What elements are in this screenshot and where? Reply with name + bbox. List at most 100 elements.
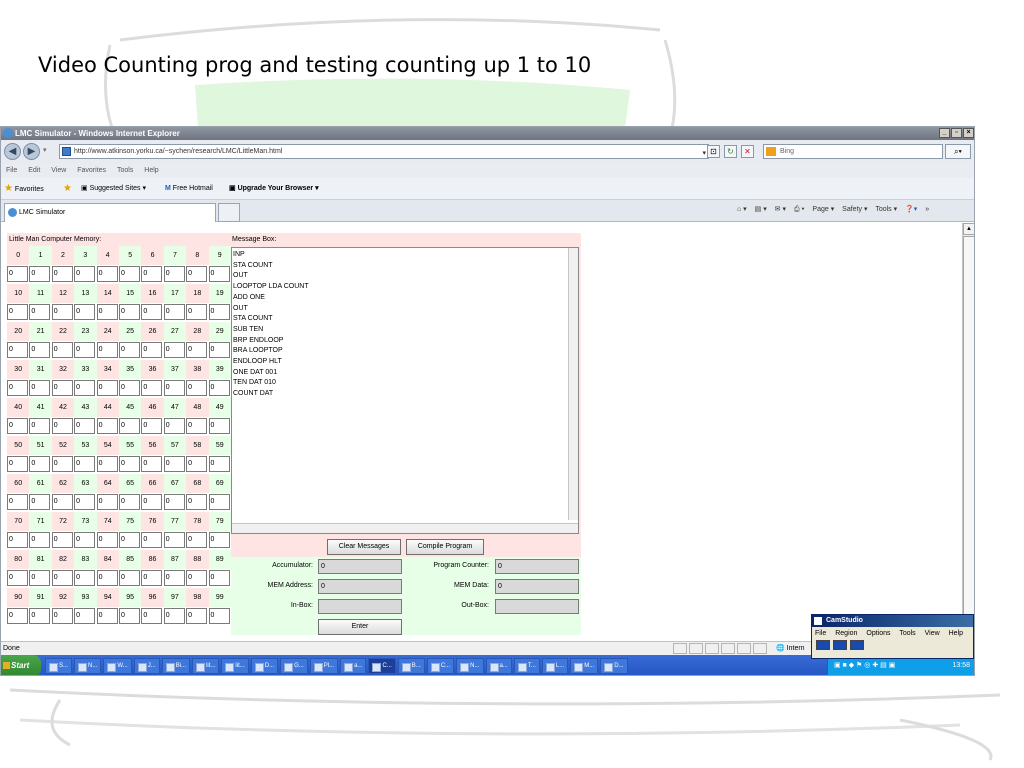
memory-cell-input[interactable]: 0 — [118, 418, 140, 434]
memory-cell-input[interactable]: 0 — [7, 532, 28, 548]
new-tab-button[interactable] — [218, 203, 240, 222]
search-input[interactable]: Bing — [763, 144, 943, 159]
cam-menu-region[interactable]: Region — [835, 630, 857, 637]
back-button[interactable]: ◀ — [4, 143, 21, 160]
menu-tools[interactable]: Tools — [117, 167, 133, 174]
memory-cell-input[interactable]: 0 — [163, 380, 185, 396]
memory-cell-input[interactable]: 0 — [141, 380, 163, 396]
print-icon[interactable]: ⎙ ▾ — [794, 206, 805, 213]
memory-cell-input[interactable]: 0 — [163, 532, 185, 548]
memory-cell-input[interactable]: 0 — [186, 266, 208, 282]
memory-cell-input[interactable]: 0 — [118, 532, 140, 548]
memory-cell-input[interactable]: 0 — [118, 570, 140, 586]
memory-cell-input[interactable]: 0 — [74, 456, 96, 472]
address-dropdown-icon[interactable]: ▾ — [702, 147, 706, 160]
cam-menu-tools[interactable]: Tools — [899, 630, 915, 637]
memory-cell-input[interactable]: 0 — [186, 532, 208, 548]
memory-cell-input[interactable]: 0 — [7, 608, 28, 624]
memory-cell-input[interactable]: 0 — [163, 266, 185, 282]
memory-cell-input[interactable]: 0 — [7, 570, 28, 586]
scroll-thumb[interactable] — [963, 236, 974, 616]
taskbar-item[interactable]: W... — [103, 658, 132, 674]
taskbar-item[interactable]: a... — [485, 658, 512, 674]
memory-cell-input[interactable]: 0 — [208, 380, 230, 396]
memory-cell-input[interactable]: 0 — [141, 494, 163, 510]
memory-cell-input[interactable]: 0 — [51, 418, 73, 434]
address-input[interactable]: http://www.atkinson.yorku.ca/~sychen/res… — [59, 144, 709, 159]
menu-edit[interactable]: Edit — [28, 167, 40, 174]
memory-cell-input[interactable]: 0 — [96, 494, 118, 510]
add-favorite-icon[interactable]: ★ — [63, 178, 72, 201]
taskbar-item[interactable]: T... — [513, 658, 540, 674]
memory-cell-input[interactable]: 0 — [96, 342, 118, 358]
memory-cell-input[interactable]: 0 — [7, 342, 28, 358]
memory-cell-input[interactable]: 0 — [163, 342, 185, 358]
memory-cell-input[interactable]: 0 — [208, 418, 230, 434]
memory-cell-input[interactable]: 0 — [29, 418, 51, 434]
memory-cell-input[interactable]: 0 — [29, 608, 51, 624]
memory-cell-input[interactable]: 0 — [186, 570, 208, 586]
memory-cell-input[interactable]: 0 — [74, 380, 96, 396]
taskbar-item[interactable]: lit... — [221, 658, 249, 674]
memory-cell-input[interactable]: 0 — [96, 570, 118, 586]
page-vscroll[interactable]: ▲ — [962, 223, 974, 641]
compile-program-button[interactable]: Compile Program — [406, 539, 484, 555]
taskbar-item[interactable]: B... — [397, 658, 425, 674]
memory-cell-input[interactable]: 0 — [7, 266, 28, 282]
memory-cell-input[interactable]: 0 — [29, 342, 51, 358]
taskbar-item[interactable]: C... — [368, 658, 396, 674]
minimize-button[interactable]: _ — [939, 128, 950, 138]
start-button[interactable]: Start — [1, 655, 41, 675]
message-hscroll[interactable] — [232, 523, 578, 533]
memory-cell-input[interactable]: 0 — [141, 266, 163, 282]
memory-cell-input[interactable]: 0 — [7, 380, 28, 396]
memory-cell-input[interactable]: 0 — [51, 266, 73, 282]
memory-cell-input[interactable]: 0 — [208, 608, 230, 624]
memory-cell-input[interactable]: 0 — [51, 570, 73, 586]
memory-cell-input[interactable]: 0 — [186, 342, 208, 358]
memory-cell-input[interactable]: 0 — [186, 494, 208, 510]
memory-cell-input[interactable]: 0 — [141, 570, 163, 586]
memory-cell-input[interactable]: 0 — [208, 342, 230, 358]
memory-cell-input[interactable]: 0 — [163, 456, 185, 472]
memory-cell-input[interactable]: 0 — [208, 304, 230, 320]
memory-cell-input[interactable]: 0 — [141, 418, 163, 434]
memory-cell-input[interactable]: 0 — [186, 304, 208, 320]
taskbar-item[interactable]: S... — [45, 658, 73, 674]
memory-cell-input[interactable]: 0 — [163, 304, 185, 320]
forward-button[interactable]: ▶ — [23, 143, 40, 160]
scroll-up-icon[interactable]: ▲ — [963, 223, 974, 235]
page-menu[interactable]: Page ▾ — [812, 206, 834, 213]
memory-cell-input[interactable]: 0 — [118, 494, 140, 510]
memory-cell-input[interactable]: 0 — [118, 342, 140, 358]
memory-cell-input[interactable]: 0 — [141, 304, 163, 320]
upgrade-browser-link[interactable]: ▣ Upgrade Your Browser ▾ — [229, 178, 319, 200]
memory-cell-input[interactable]: 0 — [163, 608, 185, 624]
message-box[interactable]: INP STA COUNT OUT LOOPTOP LDA COUNT ADD ONE O… — [231, 247, 579, 534]
memory-cell-input[interactable]: 0 — [208, 266, 230, 282]
memory-cell-input[interactable]: 0 — [96, 418, 118, 434]
memory-cell-input[interactable]: 0 — [96, 266, 118, 282]
memory-cell-input[interactable]: 0 — [74, 532, 96, 548]
memory-cell-input[interactable]: 0 — [141, 608, 163, 624]
memory-cell-input[interactable]: 0 — [74, 342, 96, 358]
menu-favorites[interactable]: Favorites — [77, 167, 106, 174]
memory-cell-input[interactable]: 0 — [29, 304, 51, 320]
memory-cell-input[interactable]: 0 — [186, 418, 208, 434]
memory-cell-input[interactable]: 0 — [186, 608, 208, 624]
memory-cell-input[interactable]: 0 — [141, 532, 163, 548]
memory-cell-input[interactable]: 0 — [74, 304, 96, 320]
memory-cell-input[interactable]: 0 — [51, 380, 73, 396]
memory-cell-input[interactable]: 0 — [51, 304, 73, 320]
maximize-button[interactable]: ▫ — [951, 128, 962, 138]
record-icon[interactable] — [816, 640, 830, 650]
memory-cell-input[interactable]: 0 — [96, 608, 118, 624]
enter-button[interactable]: Enter — [318, 619, 402, 635]
memory-cell-input[interactable]: 0 — [186, 380, 208, 396]
memory-cell-input[interactable]: 0 — [208, 494, 230, 510]
memory-cell-input[interactable]: 0 — [118, 266, 140, 282]
memory-cell-input[interactable]: 0 — [74, 266, 96, 282]
stop-record-icon[interactable] — [850, 640, 864, 650]
safety-menu[interactable]: Safety ▾ — [842, 206, 867, 213]
memory-cell-input[interactable]: 0 — [7, 304, 28, 320]
